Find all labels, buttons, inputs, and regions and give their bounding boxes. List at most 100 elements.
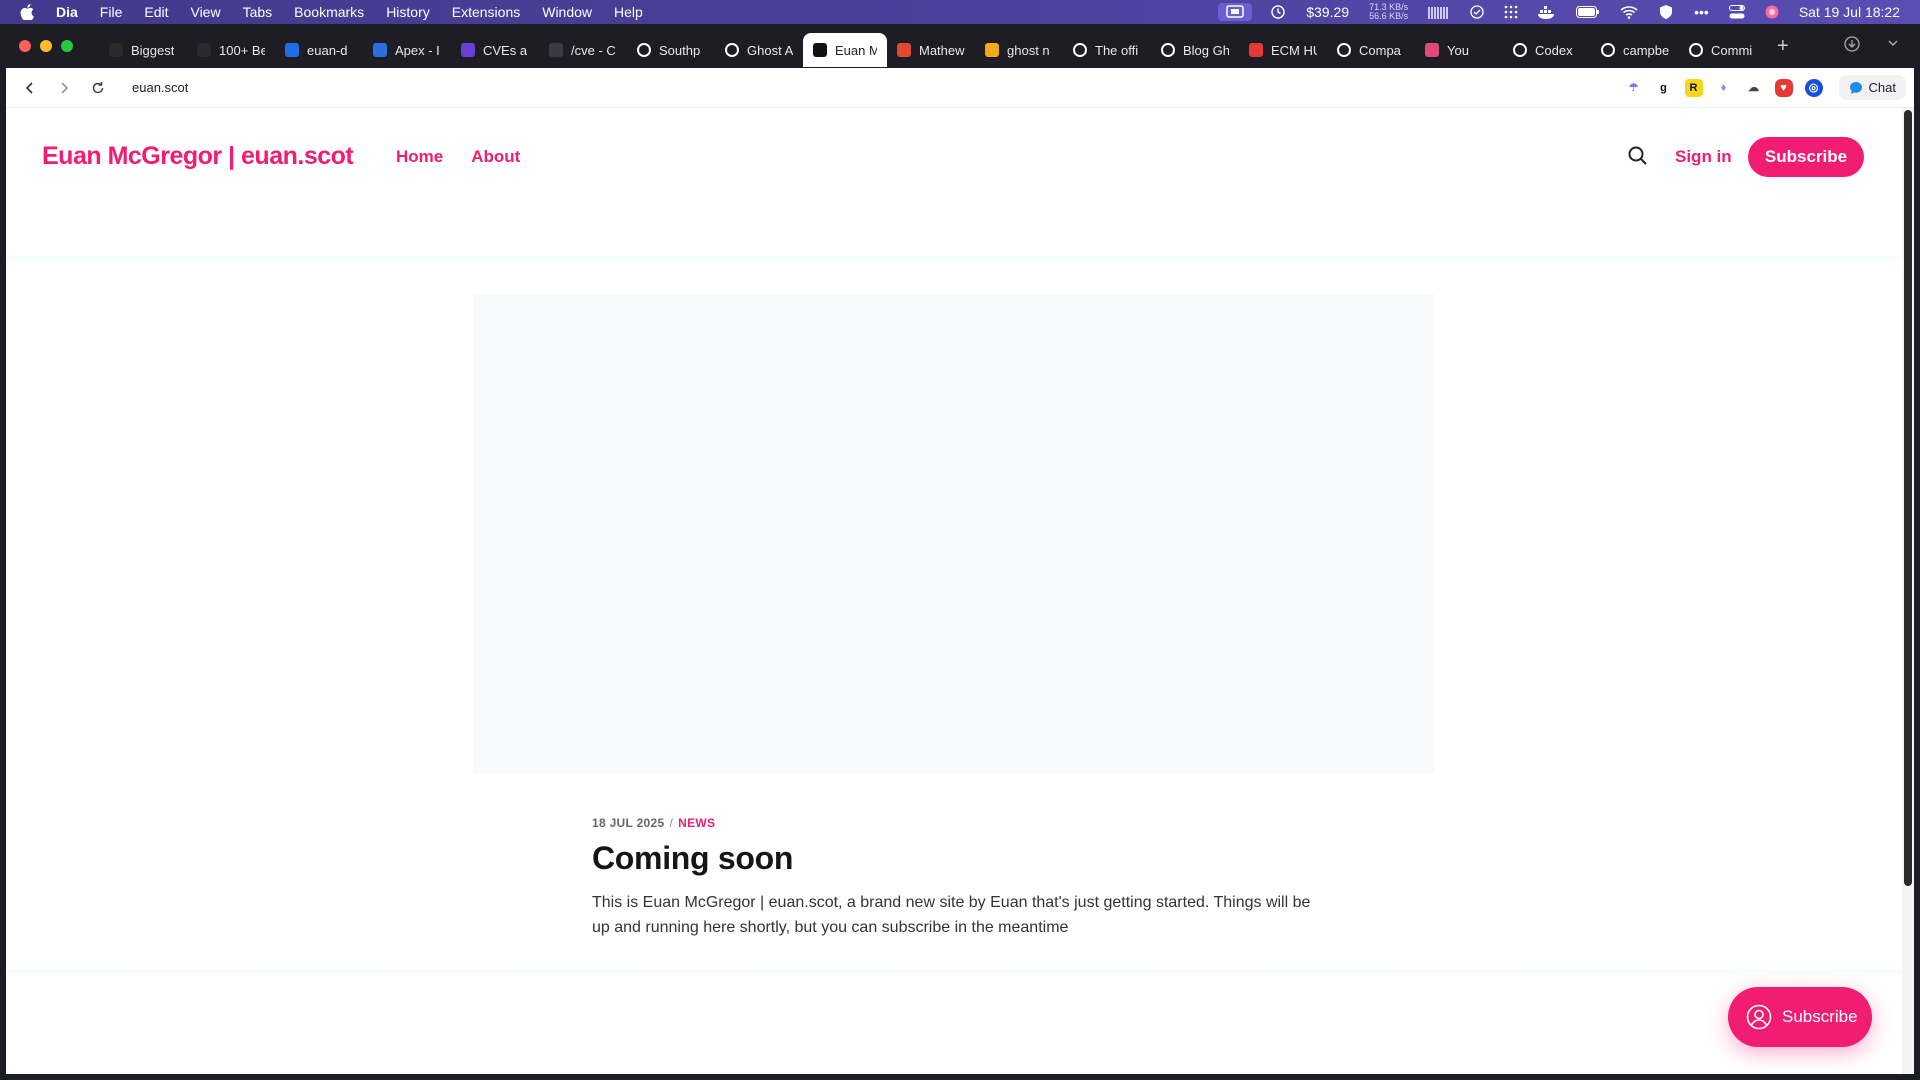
tab-favicon-icon — [1073, 43, 1087, 57]
window-controls — [19, 40, 73, 52]
browser-tab[interactable]: ECM HU — [1239, 33, 1327, 67]
chat-button[interactable]: Chat — [1838, 75, 1906, 100]
browser-tab[interactable]: Mathew — [887, 33, 975, 67]
chat-bubble-icon — [1849, 81, 1862, 94]
chevron-down-icon[interactable] — [1886, 36, 1900, 57]
tab-favicon-icon — [1601, 43, 1615, 57]
forward-button[interactable] — [54, 78, 74, 98]
close-window-button[interactable] — [19, 40, 31, 52]
time-machine-icon[interactable] — [1270, 4, 1286, 20]
tab-favicon-icon — [1337, 43, 1351, 57]
apple-icon[interactable] — [18, 3, 36, 21]
browser-tab[interactable]: ghost n — [975, 33, 1063, 67]
control-center-icon[interactable] — [1728, 5, 1745, 19]
nav-home[interactable]: Home — [396, 147, 443, 167]
post-title[interactable]: Coming soon — [592, 840, 793, 877]
back-button[interactable] — [20, 78, 40, 98]
minimize-window-button[interactable] — [40, 40, 52, 52]
post-tag[interactable]: NEWS — [678, 816, 715, 830]
chat-label: Chat — [1868, 80, 1896, 95]
post-date: 18 JUL 2025 — [592, 816, 665, 830]
tab-label: Apex - I — [395, 42, 440, 58]
check-circle-icon[interactable] — [1470, 5, 1484, 19]
menu-history[interactable]: History — [386, 4, 430, 20]
docker-icon[interactable] — [1538, 5, 1556, 19]
tab-bar-controls — [1844, 35, 1900, 57]
browser-tab[interactable]: The offi — [1063, 33, 1151, 67]
browser-tab[interactable]: campbe — [1591, 33, 1679, 67]
floating-subscribe-button[interactable]: Subscribe — [1728, 987, 1872, 1047]
new-tab-button[interactable]: + — [1777, 35, 1789, 58]
vpn-shield-icon[interactable] — [1658, 4, 1674, 20]
cpu-graph-icon[interactable] — [1428, 5, 1450, 19]
extension-umbrella-icon[interactable]: ☂ — [1625, 79, 1643, 97]
browser-tab[interactable]: Southp — [627, 33, 715, 67]
grid-dots-icon[interactable] — [1504, 5, 1518, 19]
address-bar: euan.scot ☂ g R ♦ ☁ ♥ ◎ Chat — [6, 68, 1914, 108]
tab-favicon-icon — [109, 43, 123, 57]
macos-menu-bar: Dia File Edit View Tabs Bookmarks Histor… — [0, 0, 1920, 24]
menu-window[interactable]: Window — [542, 4, 592, 20]
browser-tab[interactable]: Ghost A — [715, 33, 803, 67]
downloads-icon[interactable] — [1844, 35, 1860, 57]
network-speed[interactable]: 71.3 KB/s 56.6 KB/s — [1369, 3, 1408, 21]
tab-label: Commi — [1711, 42, 1753, 58]
browser-tab[interactable]: /cve - C — [539, 33, 627, 67]
scrollbar-thumb[interactable] — [1904, 110, 1912, 886]
menu-tabs[interactable]: Tabs — [243, 4, 273, 20]
menu-app-name[interactable]: Dia — [56, 4, 78, 20]
screen-mirror-icon[interactable] — [1218, 3, 1253, 21]
more-dots-icon[interactable]: ••• — [1694, 4, 1709, 20]
footer-divider — [6, 970, 1902, 978]
page-scrollbar[interactable] — [1902, 108, 1914, 1074]
zoom-window-button[interactable] — [61, 40, 73, 52]
browser-tab[interactable]: CVEs a — [451, 33, 539, 67]
header-divider — [6, 256, 1902, 264]
menu-help[interactable]: Help — [614, 4, 643, 20]
extension-flame-icon[interactable]: ♦ — [1715, 79, 1733, 97]
url-field[interactable]: euan.scot — [132, 80, 188, 95]
browser-tab[interactable]: euan-d — [275, 33, 363, 67]
tab-favicon-icon — [461, 43, 475, 57]
browser-tab[interactable]: Biggest — [99, 33, 187, 67]
battery-icon[interactable] — [1576, 6, 1600, 18]
tab-strip: Biggest 100+ Be euan-d Apex - I CVEs a/cve -… — [99, 24, 1767, 68]
menu-file[interactable]: File — [100, 4, 123, 20]
extension-r-icon[interactable]: R — [1684, 78, 1703, 97]
browser-tab[interactable]: You — [1415, 33, 1503, 67]
menu-bookmarks[interactable]: Bookmarks — [294, 4, 364, 20]
browser-tab[interactable]: Codex — [1503, 33, 1591, 67]
browser-tab[interactable]: Compa — [1327, 33, 1415, 67]
siri-icon[interactable] — [1765, 5, 1779, 19]
browser-tab[interactable]: Apex - I — [363, 33, 451, 67]
menu-view[interactable]: View — [190, 4, 220, 20]
tab-label: Southp — [659, 42, 701, 58]
clock-datetime[interactable]: Sat 19 Jul 18:22 — [1799, 4, 1900, 20]
tab-favicon-icon — [285, 43, 299, 57]
site-title-link[interactable]: Euan McGregor | euan.scot — [42, 142, 354, 171]
sign-in-link[interactable]: Sign in — [1675, 147, 1732, 167]
nav-about[interactable]: About — [471, 147, 520, 167]
tab-label: ECM HU — [1271, 42, 1317, 58]
header-subscribe-button[interactable]: Subscribe — [1748, 137, 1864, 177]
tab-active[interactable]: Euan M — [803, 33, 887, 67]
browser-tab[interactable]: Commi — [1679, 33, 1767, 67]
extension-shield-icon[interactable]: ♥ — [1774, 78, 1793, 97]
menu-extensions[interactable]: Extensions — [452, 4, 520, 20]
extension-circle-icon[interactable]: ◎ — [1804, 78, 1823, 97]
menu-edit[interactable]: Edit — [144, 4, 168, 20]
site-header: Euan McGregor | euan.scot Home About Sig… — [6, 108, 1902, 258]
tab-label: Blog Gh — [1183, 42, 1229, 58]
wifi-icon[interactable] — [1620, 5, 1638, 19]
reload-button[interactable] — [88, 78, 108, 98]
tab-label: /cve - C — [571, 42, 616, 58]
browser-tab[interactable]: Blog Gh — [1151, 33, 1239, 67]
tab-favicon-icon — [1513, 43, 1527, 57]
price-readout[interactable]: $39.29 — [1306, 4, 1349, 20]
extension-cloud-icon[interactable]: ☁ — [1745, 79, 1763, 97]
search-icon[interactable] — [1626, 144, 1650, 168]
browser-tab[interactable]: 100+ Be — [187, 33, 275, 67]
post-feature-image[interactable] — [473, 294, 1434, 773]
tab-favicon-icon — [1425, 43, 1439, 57]
extension-g-icon[interactable]: g — [1655, 79, 1673, 97]
